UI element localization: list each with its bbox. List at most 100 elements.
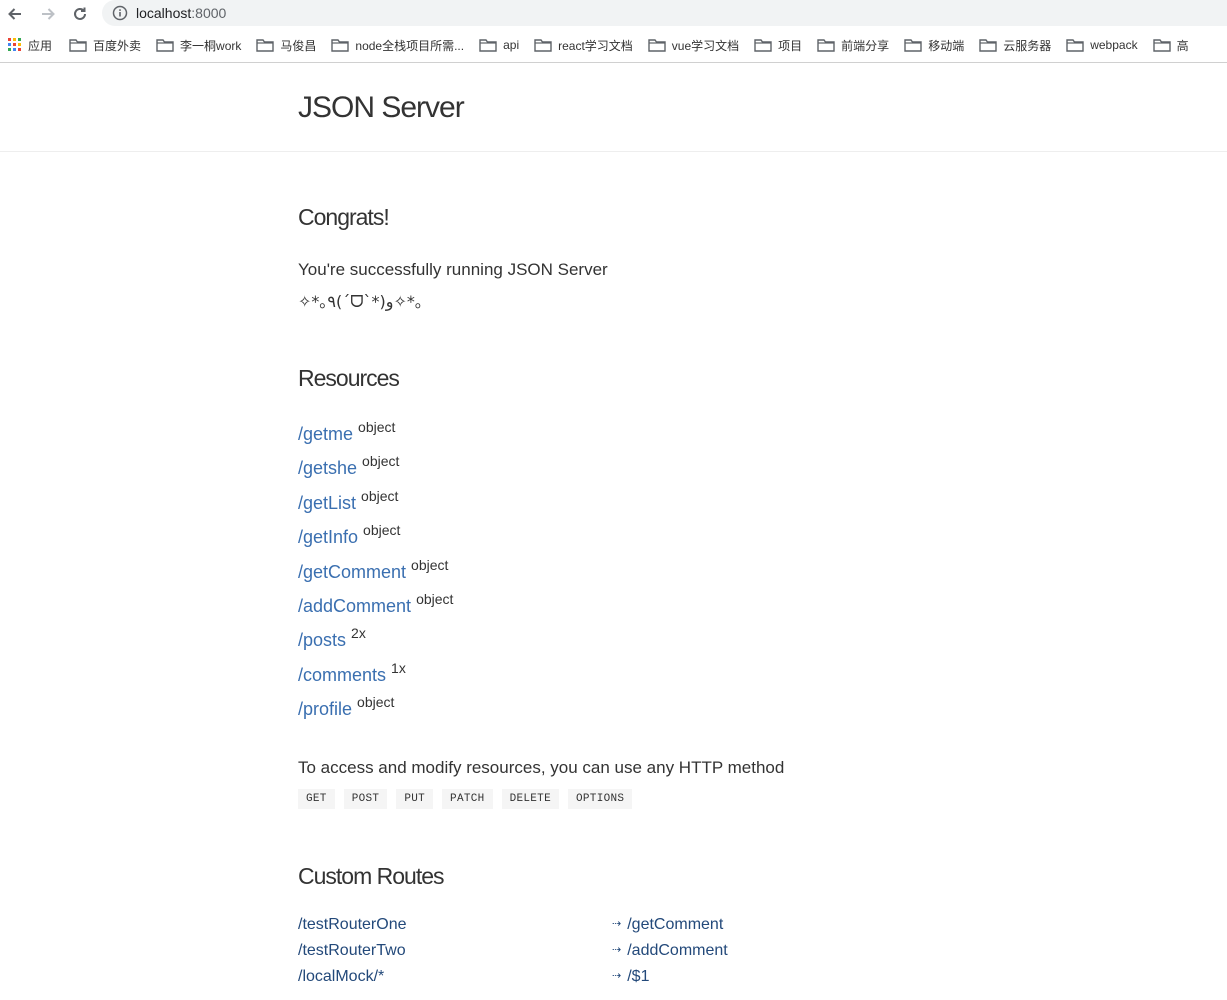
reload-button[interactable] xyxy=(69,3,91,25)
apps-grid-icon xyxy=(8,38,21,51)
bookmark-label: 项目 xyxy=(778,38,803,53)
address-bar[interactable]: localhost:8000 xyxy=(102,0,1227,26)
route-arrow: ⇢ xyxy=(612,970,622,982)
site-header: JSON Server xyxy=(0,63,1227,152)
bookmark-label: webpack xyxy=(1090,38,1138,52)
http-methods: GET POST PUT PATCH DELETE OPTIONS xyxy=(298,789,641,809)
route-to-wrap: ⇢ /$1 xyxy=(612,968,649,986)
bookmark-label: 百度外卖 xyxy=(93,38,142,53)
browser-toolbar: localhost:8000 xyxy=(0,0,1227,28)
bookmark-label: 马俊昌 xyxy=(280,38,317,53)
route-to[interactable]: /addComment xyxy=(627,942,728,959)
method-badge: GET xyxy=(298,789,335,809)
bookmark-folder[interactable]: 李一桐work xyxy=(156,37,241,54)
folder-icon xyxy=(1152,39,1171,52)
resource-type: 1x xyxy=(391,660,406,676)
route-to-wrap: ⇢ /addComment xyxy=(612,942,728,960)
bookmark-folder[interactable]: node全栈项目所需... xyxy=(331,37,464,54)
site-title: JSON Server xyxy=(298,91,465,124)
folder-icon xyxy=(479,39,497,52)
bookmark-label: 前端分享 xyxy=(841,38,890,53)
url-text: localhost:8000 xyxy=(136,5,226,21)
resource-item: /posts 2x xyxy=(298,625,366,651)
method-badge: PATCH xyxy=(442,789,493,809)
resources-heading: Resources xyxy=(298,365,400,391)
resource-item: /profile object xyxy=(298,694,394,720)
success-message: You're successfully running JSON Server xyxy=(298,260,608,279)
resource-link[interactable]: /addComment xyxy=(298,596,411,616)
back-arrow-icon xyxy=(8,8,21,20)
method-badge: OPTIONS xyxy=(567,789,633,809)
bookmark-label: api xyxy=(503,38,520,52)
bookmark-label: 云服务器 xyxy=(1003,38,1052,53)
back-button[interactable] xyxy=(4,3,26,25)
custom-routes-heading: Custom Routes xyxy=(298,863,445,889)
folder-icon xyxy=(1066,39,1084,52)
reload-icon xyxy=(74,7,86,20)
folder-icon xyxy=(817,39,835,52)
resource-type: object xyxy=(362,453,400,469)
route-to-wrap: ⇢ /getComment xyxy=(612,916,723,934)
bookmark-folder[interactable]: 移动端 xyxy=(904,37,964,54)
info-icon[interactable] xyxy=(112,5,128,21)
bookmark-folder[interactable]: 云服务器 xyxy=(979,37,1051,54)
method-badge: POST xyxy=(343,789,388,809)
resource-link[interactable]: /getComment xyxy=(298,562,406,582)
bookmark-folder[interactable]: api xyxy=(479,38,519,52)
resource-item: /getList object xyxy=(298,488,398,514)
congrats-heading: Congrats! xyxy=(298,204,390,230)
folder-icon xyxy=(648,39,666,52)
folder-icon xyxy=(754,39,772,52)
folder-icon xyxy=(904,39,922,52)
bookmark-folder[interactable]: 项目 xyxy=(754,37,802,54)
resource-link[interactable]: /getList xyxy=(298,493,356,513)
resource-item: /getComment object xyxy=(298,557,448,583)
route-to[interactable]: /$1 xyxy=(627,968,649,985)
resource-link[interactable]: /getme xyxy=(298,424,353,444)
route-to[interactable]: /getComment xyxy=(627,916,723,933)
resource-link[interactable]: /posts xyxy=(298,630,346,650)
route-from[interactable]: /testRouterTwo xyxy=(298,942,406,960)
bookmark-folder[interactable]: 高 xyxy=(1152,37,1189,54)
bookmark-apps[interactable]: 应用 xyxy=(8,37,52,54)
folder-icon xyxy=(979,39,997,52)
resource-type: object xyxy=(416,591,454,607)
bookmark-label: vue学习文档 xyxy=(671,38,740,53)
bookmark-folder[interactable]: 前端分享 xyxy=(817,37,889,54)
bookmark-folder[interactable]: 马俊昌 xyxy=(256,37,316,54)
bookmark-folder[interactable]: vue学习文档 xyxy=(648,37,739,54)
resource-link[interactable]: /getshe xyxy=(298,458,357,478)
resource-type: object xyxy=(358,419,396,435)
bookmark-folder[interactable]: 百度外卖 xyxy=(69,37,141,54)
folder-icon xyxy=(331,39,350,52)
bookmark-folder[interactable]: react学习文档 xyxy=(534,37,633,54)
folder-icon xyxy=(256,39,275,52)
bookmark-label: 应用 xyxy=(28,38,53,53)
folder-icon xyxy=(69,39,87,52)
url-host: localhost xyxy=(136,5,192,21)
route-from[interactable]: /testRouterOne xyxy=(298,916,407,934)
resource-item: /getInfo object xyxy=(298,522,400,548)
bookmark-folder[interactable]: webpack xyxy=(1066,38,1138,52)
resource-type: object xyxy=(357,694,395,710)
forward-button[interactable] xyxy=(37,3,59,25)
resource-item: /getshe object xyxy=(298,453,399,479)
url-port: :8000 xyxy=(191,5,227,21)
folder-icon xyxy=(534,39,552,52)
resource-type: object xyxy=(363,522,401,538)
resource-item: /addComment object xyxy=(298,591,453,617)
resource-link[interactable]: /profile xyxy=(298,699,352,719)
resource-item: /comments 1x xyxy=(298,660,406,686)
resource-item: /getme object xyxy=(298,419,395,445)
bookmark-label: node全栈项目所需... xyxy=(355,38,465,53)
route-from[interactable]: /localMock/* xyxy=(298,968,384,986)
resource-type: object xyxy=(411,557,449,573)
bookmarks-bar: 应用 百度外卖 李一桐work 马俊昌 node全栈项目所需... api re… xyxy=(0,32,1227,58)
resource-link[interactable]: /getInfo xyxy=(298,527,358,547)
bookmark-label: react学习文档 xyxy=(558,38,633,53)
resource-link[interactable]: /comments xyxy=(298,665,386,685)
resource-type: 2x xyxy=(351,625,366,641)
resource-type: object xyxy=(361,488,399,504)
method-badge: PUT xyxy=(396,789,434,809)
bookmark-label: 高 xyxy=(1176,38,1189,53)
